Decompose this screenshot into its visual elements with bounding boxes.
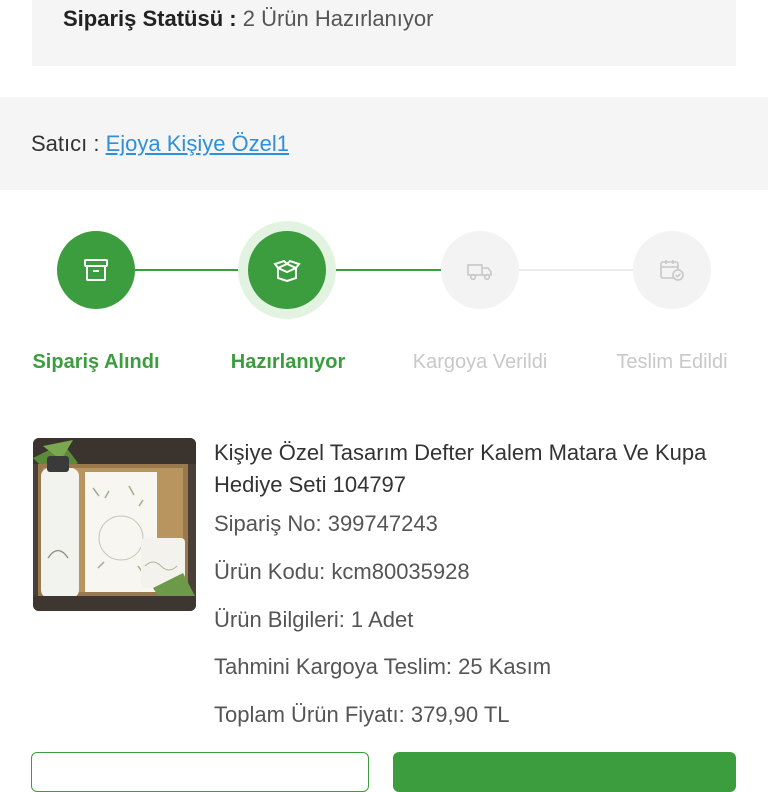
product-code: Ürün Kodu: kcm80035928 (214, 559, 470, 584)
truck-icon (467, 264, 492, 281)
delivered-calendar-icon (660, 260, 684, 281)
seller-link[interactable]: Ejoya Kişiye Özel1 (106, 131, 289, 156)
step-1-circle (57, 231, 135, 309)
secondary-action-button[interactable] (31, 752, 369, 792)
open-box-icon (273, 259, 301, 282)
step-3-circle (441, 231, 519, 309)
step-connector (135, 269, 245, 271)
order-status-label: Sipariş Statüsü : (63, 6, 237, 31)
product-image[interactable] (33, 438, 196, 611)
archive-box-icon (84, 259, 108, 281)
step-1-label: Sipariş Alındı (32, 351, 160, 373)
product-info: Ürün Bilgileri: 1 Adet (214, 607, 414, 632)
order-status-value: 2 Ürün Hazırlanıyor (242, 6, 434, 31)
total-price: Toplam Ürün Fiyatı: 379,90 TL (214, 702, 510, 727)
product-photo-illustration (33, 438, 196, 611)
estimated-shipping: Tahmini Kargoya Teslim: 25 Kasım (214, 654, 552, 679)
step-3-label: Kargoya Verildi (412, 351, 548, 373)
step-2-label: Hazırlanıyor (230, 351, 346, 373)
order-number: Sipariş No: 399747243 (214, 511, 438, 536)
step-connector (518, 269, 636, 271)
primary-action-button[interactable] (393, 752, 736, 792)
step-connector (327, 269, 445, 271)
seller-row: Satıcı : Ejoya Kişiye Özel1 (31, 131, 289, 157)
step-4-label: Teslim Edildi (616, 351, 728, 373)
seller-label: Satıcı : (31, 131, 100, 156)
product-title[interactable]: Kişiye Özel Tasarım Defter Kalem Matara … (214, 437, 734, 501)
step-4-circle (633, 231, 711, 309)
step-2-circle (248, 231, 326, 309)
order-status: Sipariş Statüsü : 2 Ürün Hazırlanıyor (63, 6, 433, 32)
